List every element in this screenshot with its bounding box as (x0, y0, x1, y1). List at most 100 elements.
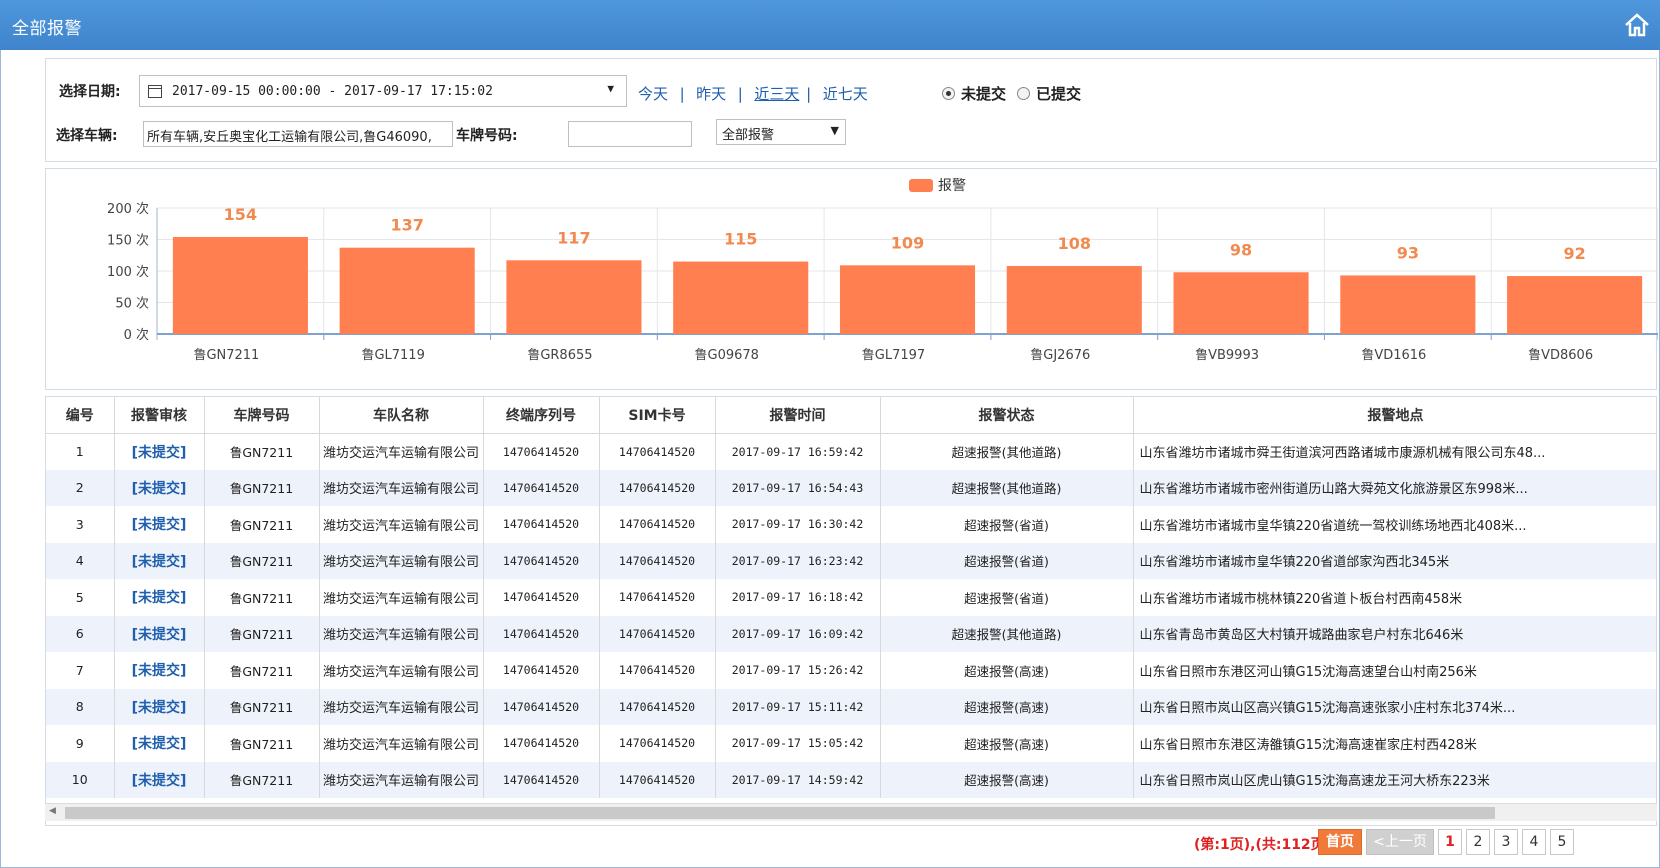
horizontal-scrollbar[interactable]: ◀ (45, 803, 1657, 821)
plate-number-input[interactable] (568, 121, 692, 147)
bar-value-label: 117 (557, 228, 590, 247)
quick-three-days-link[interactable]: 近三天 (754, 85, 799, 103)
table-row[interactable]: 9 [未提交] 鲁GN7211 潍坊交运汽车运输有限公司 14706414520 1470… (46, 725, 1656, 762)
row-index: 4 (46, 542, 115, 579)
col-header-review: 报警审核 (114, 397, 205, 434)
chart-bar[interactable] (1507, 276, 1643, 334)
radio-unsubmitted[interactable]: 未提交 (942, 83, 1006, 104)
terminal-cell: 14706414520 (483, 506, 600, 543)
review-link[interactable]: [未提交] (114, 433, 205, 470)
time-cell: 2017-09-17 16:09:42 (715, 615, 881, 652)
status-cell: 超速报警(高速) (880, 652, 1134, 689)
review-link[interactable]: [未提交] (114, 542, 205, 579)
sim-cell: 14706414520 (599, 761, 716, 798)
terminal-cell: 14706414520 (483, 579, 600, 616)
table-row[interactable]: 10 [未提交] 鲁GN7211 潍坊交运汽车运输有限公司 14706414520 147… (46, 761, 1656, 798)
table-row[interactable]: 2 [未提交] 鲁GN7211 潍坊交运汽车运输有限公司 14706414520 1470… (46, 469, 1656, 506)
status-cell: 超速报警(高速) (880, 725, 1134, 762)
time-cell: 2017-09-17 16:54:43 (715, 469, 881, 506)
vehicle-select-input[interactable]: 所有车辆,安丘奥宝化工运输有限公司,鲁G46090, (143, 121, 453, 147)
status-cell: 超速报警(高速) (880, 688, 1134, 725)
x-tick-label: 鲁GR8655 (527, 348, 592, 363)
page-number-button[interactable]: 2 (1466, 829, 1490, 855)
chart-bar[interactable] (506, 260, 642, 334)
x-tick-label: 鲁GL7119 (361, 348, 424, 363)
status-cell: 超速报警(高速) (880, 761, 1134, 798)
page-info: (第:1页),(共:112页) (1194, 837, 1332, 853)
y-tick-label: 100 次 (107, 264, 149, 280)
quick-yesterday-link[interactable]: 昨天 (696, 85, 726, 103)
page-number-button[interactable]: 3 (1494, 829, 1518, 855)
location-cell: 山东省潍坊市诸城市桃林镇220省道卜板台村西南458米 (1133, 579, 1656, 616)
table-row[interactable]: 4 [未提交] 鲁GN7211 潍坊交运汽车运输有限公司 14706414520 1470… (46, 542, 1656, 579)
location-cell: 山东省日照市东港区河山镇G15沈海高速望台山村南256米 (1133, 652, 1656, 689)
review-link[interactable]: [未提交] (114, 652, 205, 689)
review-link[interactable]: [未提交] (114, 725, 205, 762)
bar-value-label: 137 (390, 216, 423, 235)
table-row[interactable]: 8 [未提交] 鲁GN7211 潍坊交运汽车运输有限公司 14706414520 1470… (46, 688, 1656, 725)
page-title: 全部报警 (12, 19, 82, 39)
fleet-cell: 潍坊交运汽车运输有限公司 (319, 688, 484, 725)
chart-bar[interactable] (339, 247, 475, 334)
quick-today-link[interactable]: 今天 (638, 85, 668, 103)
bar-value-label: 154 (224, 205, 257, 224)
radio-submitted[interactable]: 已提交 (1017, 83, 1081, 104)
chart-bar[interactable] (1173, 272, 1309, 334)
page-number-button[interactable]: 4 (1522, 829, 1546, 855)
time-cell: 2017-09-17 16:30:42 (715, 506, 881, 543)
sim-cell: 14706414520 (599, 615, 716, 652)
review-link[interactable]: [未提交] (114, 469, 205, 506)
table-header-row: 编号 报警审核 车牌号码 车队名称 终端序列号 SIM卡号 报警时间 报警状态 报警地点 (46, 397, 1656, 434)
review-link[interactable]: [未提交] (114, 761, 205, 798)
title-bar: 全部报警 (0, 0, 1660, 50)
location-cell: 山东省潍坊市诸城市舜王街道滨河西路诸城市康源机械有限公司东48... (1133, 433, 1656, 470)
status-cell: 超速报警(省道) (880, 542, 1134, 579)
table-row[interactable]: 3 [未提交] 鲁GN7211 潍坊交运汽车运输有限公司 14706414520 1470… (46, 506, 1656, 543)
location-cell: 山东省潍坊市诸城市皇华镇220省道统一驾校训练场地西北408米... (1133, 506, 1656, 543)
dropdown-arrow-icon: ▼ (830, 124, 839, 137)
alarm-bar-chart: 报警 200 次 150 次 100 次 50 次 0 次 154 137 117 115 10… (45, 168, 1658, 390)
page-number-button[interactable]: 1 (1438, 829, 1462, 855)
chart-bar[interactable] (1340, 275, 1476, 334)
prev-page-button[interactable]: <上一页 (1366, 829, 1434, 855)
scrollbar-thumb[interactable] (65, 807, 1495, 819)
scroll-left-icon[interactable]: ◀ (49, 806, 56, 816)
table-row[interactable]: 6 [未提交] 鲁GN7211 潍坊交运汽车运输有限公司 14706414520 1470… (46, 615, 1656, 652)
page-number-button[interactable]: 5 (1550, 829, 1574, 855)
table-row[interactable]: 1 [未提交] 鲁GN7211 潍坊交运汽车运输有限公司 14706414520 1470… (46, 433, 1656, 470)
plate-cell: 鲁GN7211 (204, 615, 320, 652)
status-cell: 超速报警(其他道路) (880, 469, 1134, 506)
row-index: 1 (46, 433, 115, 470)
status-cell: 超速报警(省道) (880, 579, 1134, 616)
review-link[interactable]: [未提交] (114, 615, 205, 652)
review-link[interactable]: [未提交] (114, 506, 205, 543)
chart-bar[interactable] (673, 261, 809, 334)
first-page-button[interactable]: 首页 (1318, 829, 1362, 855)
chart-bar[interactable] (172, 236, 308, 334)
terminal-cell: 14706414520 (483, 688, 600, 725)
terminal-cell: 14706414520 (483, 652, 600, 689)
fleet-cell: 潍坊交运汽车运输有限公司 (319, 469, 484, 506)
chart-bar[interactable] (839, 265, 976, 334)
review-link[interactable]: [未提交] (114, 688, 205, 725)
table-row[interactable]: 5 [未提交] 鲁GN7211 潍坊交运汽车运输有限公司 14706414520 1470… (46, 579, 1656, 616)
pagination: (第:1页),(共:112页) 首页 <上一页 12345 (0, 829, 1660, 857)
date-range-picker[interactable]: 2017-09-15 00:00:00 - 2017-09-17 17:15:0… (139, 75, 627, 107)
x-tick-label: 鲁GL7197 (862, 348, 925, 363)
fleet-cell: 潍坊交运汽车运输有限公司 (319, 761, 484, 798)
bar-value-label: 115 (724, 230, 757, 249)
quick-seven-days-link[interactable]: 近七天 (823, 85, 868, 103)
col-header-plate: 车牌号码 (204, 397, 320, 434)
fleet-cell: 潍坊交运汽车运输有限公司 (319, 579, 484, 616)
alarm-type-select[interactable]: 全部报警 ▼ (716, 119, 846, 145)
chart-bar[interactable] (1006, 265, 1142, 334)
home-icon[interactable] (1622, 10, 1652, 40)
sim-cell: 14706414520 (599, 433, 716, 470)
plate-cell: 鲁GN7211 (204, 688, 320, 725)
alarm-table: 编号 报警审核 车牌号码 车队名称 终端序列号 SIM卡号 报警时间 报警状态 报警地点 1 [未… (45, 396, 1657, 826)
bar-value-label: 108 (1058, 234, 1091, 253)
terminal-cell: 14706414520 (483, 469, 600, 506)
table-row[interactable]: 7 [未提交] 鲁GN7211 潍坊交运汽车运输有限公司 14706414520 1470… (46, 652, 1656, 689)
review-link[interactable]: [未提交] (114, 579, 205, 616)
row-index: 6 (46, 615, 115, 652)
